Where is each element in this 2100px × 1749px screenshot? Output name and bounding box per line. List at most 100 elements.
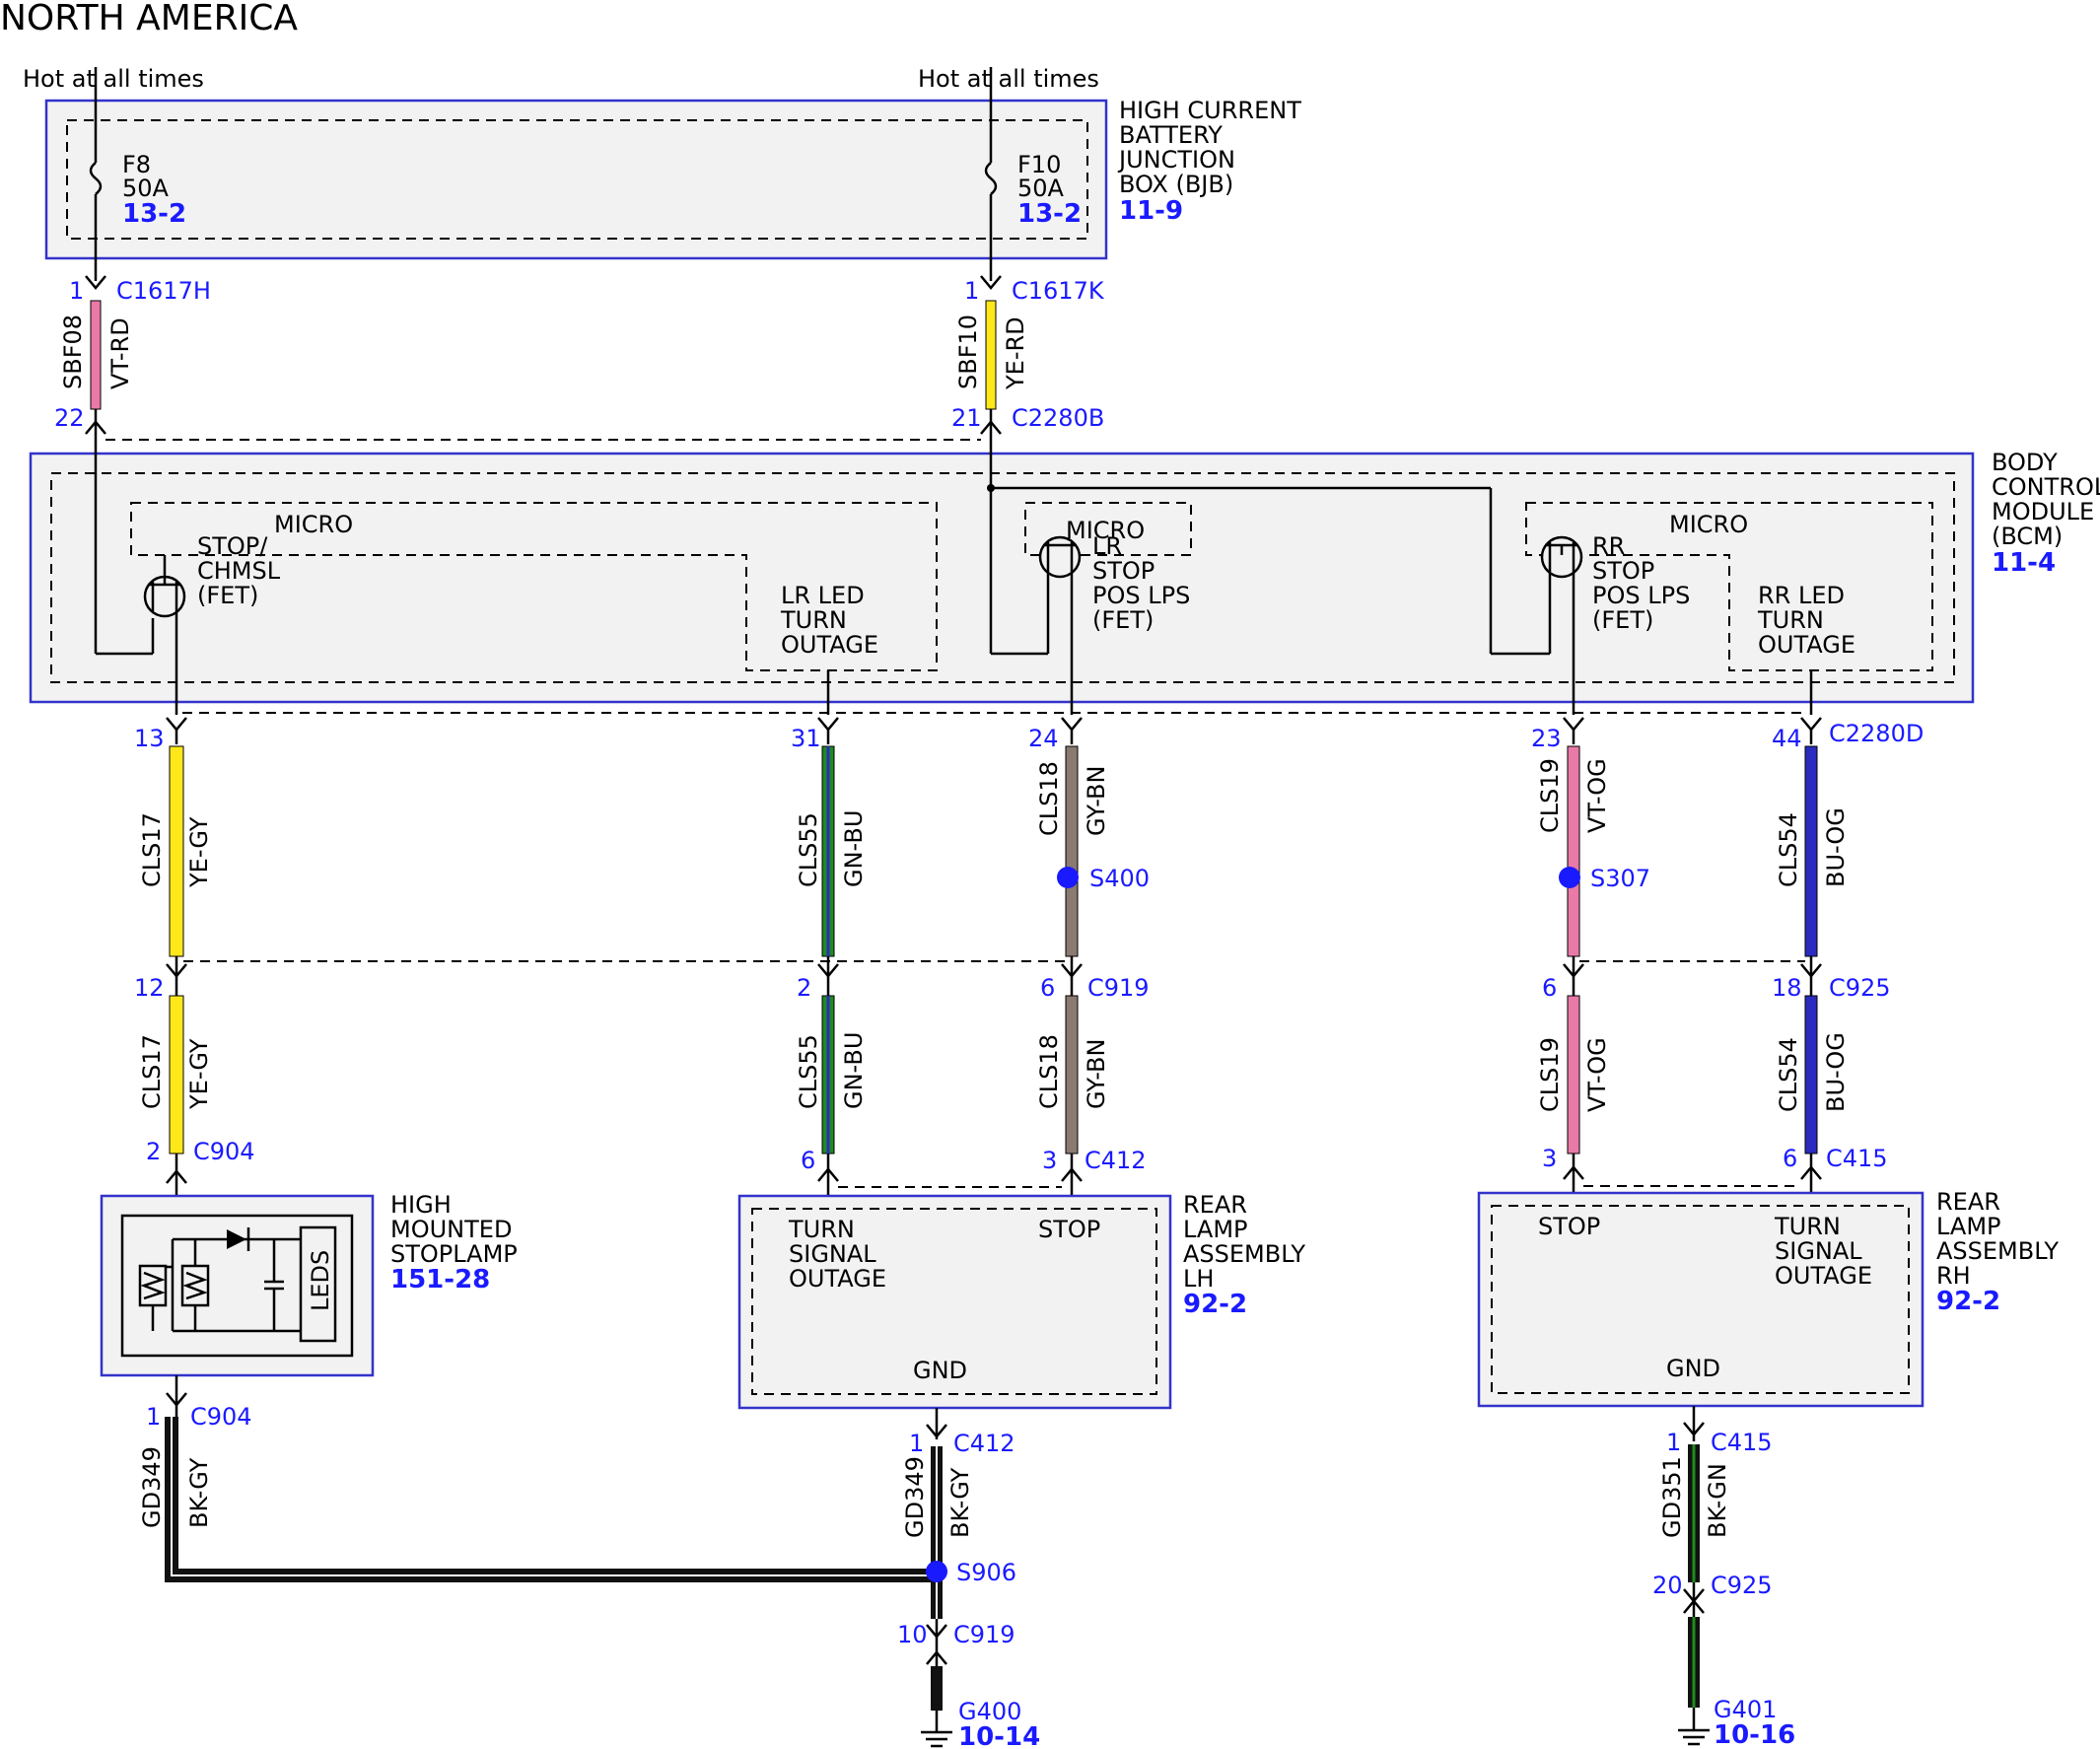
wire-cls18-lower-color: GY-BN	[1083, 1039, 1110, 1109]
pin-6-c925: 6	[1542, 974, 1557, 1002]
rear-rh-line-2: LAMP	[1936, 1213, 2001, 1240]
rear-lh-turn-l2: SIGNAL	[789, 1240, 876, 1268]
fet-lr-stop-l1: LR	[1092, 532, 1122, 560]
wire-cls17-upper-circuit: CLS17	[138, 812, 166, 887]
rear-rh-line-4: RH	[1936, 1262, 1971, 1290]
fet-rr-stop-l2: STOP	[1592, 557, 1654, 585]
wire-gd349-lh: GD349 BK-GY	[901, 1446, 974, 1619]
bcm-line-1: BODY	[1992, 449, 2058, 476]
rear-rh-line-1: REAR	[1936, 1188, 2000, 1216]
wire-cls54-lower-circuit: CLS54	[1775, 1037, 1802, 1112]
fet-lr-stop-l4: (FET)	[1092, 606, 1154, 634]
splice-s906-label: S906	[956, 1559, 1016, 1586]
pin-10: 10	[897, 1621, 928, 1648]
pin-44: 44	[1772, 725, 1802, 752]
pin-13: 13	[134, 725, 165, 752]
wire-cls54-upper: CLS54 BU-OG	[1775, 745, 1850, 957]
label-c412-bottom: C412	[953, 1430, 1015, 1457]
wire-cls19-lower-color: VT-OG	[1583, 1037, 1611, 1112]
hot-label-1: Hot at all times	[23, 65, 204, 93]
wire-sbf08-color: VT-RD	[106, 317, 134, 389]
splice-s307-label: S307	[1590, 865, 1650, 892]
wire-cls55-lower: CLS55 GN-BU	[795, 995, 868, 1154]
rear-rh-ref: 92-2	[1936, 1287, 2000, 1316]
lr-led-l3: OUTAGE	[781, 631, 878, 659]
wire-cls18-lower-circuit: CLS18	[1035, 1034, 1063, 1109]
diagram-canvas: NORTH AMERICA Hot at all times Hot at al…	[0, 0, 2100, 1749]
wire-cls18-lower: CLS18 GY-BN	[1035, 995, 1110, 1154]
label-c904-bottom: C904	[190, 1403, 252, 1431]
micro-label-left: MICRO	[274, 511, 353, 538]
hmsl-leds-label: LEDS	[307, 1250, 334, 1311]
rear-lh-line-2: LAMP	[1183, 1216, 1248, 1243]
connector-c2280d	[166, 717, 1822, 744]
pin-1-c1617k: 1	[964, 277, 979, 305]
pin-1-c904: 1	[146, 1403, 161, 1431]
wire-cls55-upper-color: GN-BU	[840, 810, 868, 887]
wire-cls54-lower-color: BU-OG	[1822, 1032, 1850, 1112]
pin-1-c415: 1	[1666, 1429, 1681, 1456]
pin-31: 31	[791, 725, 821, 752]
pin-6-c412: 6	[801, 1147, 815, 1174]
wire-cls19-upper: CLS19 VT-OG	[1536, 745, 1611, 957]
rr-led-l1: RR LED	[1758, 582, 1845, 609]
label-c2280d: C2280D	[1829, 720, 1924, 747]
wire-gd349-lh-circuit: GD349	[901, 1456, 929, 1538]
page-title: NORTH AMERICA	[0, 0, 298, 38]
wire-gd349-hmsl: GD349 BK-GY	[138, 1417, 937, 1582]
label-c925-bottom: C925	[1711, 1572, 1773, 1599]
rear-lh-label: REAR LAMP ASSEMBLY LH 92-2	[1183, 1191, 1305, 1319]
pin-20: 20	[1652, 1572, 1683, 1599]
fet-stop-chmsl-l3: (FET)	[197, 582, 258, 609]
pin-3-c412: 3	[1042, 1147, 1057, 1174]
rear-rh-label: REAR LAMP ASSEMBLY RH 92-2	[1936, 1188, 2059, 1316]
ground-g401-ref: 10-16	[1714, 1720, 1795, 1749]
hmsl-line-2: MOUNTED	[390, 1216, 512, 1243]
label-c1617h: C1617H	[116, 277, 211, 305]
hmsl-ref: 151-28	[390, 1265, 490, 1294]
splice-s307	[1559, 867, 1580, 888]
ground-g401-label: G401	[1714, 1696, 1777, 1723]
pin-18: 18	[1772, 974, 1802, 1002]
wire-cls55-lower-color: GN-BU	[840, 1032, 868, 1109]
bcm-label: BODY CONTROL MODULE (BCM) 11-4	[1992, 449, 2100, 578]
fet-rr-stop-l1: RR	[1592, 532, 1625, 560]
wiring-diagram: NORTH AMERICA Hot at all times Hot at al…	[0, 0, 2100, 1749]
fuse-f10-rating: 50A	[1017, 175, 1065, 202]
rear-rh-stop: STOP	[1538, 1213, 1600, 1240]
bjb-label: HIGH CURRENT BATTERY JUNCTION BOX (BJB) …	[1117, 97, 1301, 226]
bjb-line-1: HIGH CURRENT	[1119, 97, 1301, 124]
rear-rh-turn-l1: TURN	[1774, 1213, 1841, 1240]
wire-gd351-circuit: GD351	[1658, 1456, 1686, 1538]
pin-22: 22	[54, 404, 85, 432]
fet-lr-stop-l3: POS LPS	[1092, 582, 1190, 609]
rear-lh-line-1: REAR	[1183, 1191, 1247, 1219]
fet-rr-stop-l3: POS LPS	[1592, 582, 1690, 609]
wire-gd349-hmsl-circuit: GD349	[138, 1446, 166, 1528]
wire-sbf08-circuit: SBF08	[59, 315, 87, 389]
wire-cls19-upper-circuit: CLS19	[1536, 758, 1564, 833]
wire-cls19-upper-color: VT-OG	[1583, 758, 1611, 833]
label-c919: C919	[1087, 974, 1150, 1002]
label-c415-bottom: C415	[1711, 1429, 1773, 1456]
wire-gd351: GD351 BK-GN	[1658, 1444, 1731, 1582]
ground-g401: G401 10-16	[1678, 1617, 1795, 1749]
wire-sbf10-color: YE-RD	[1002, 316, 1029, 390]
connector-c904-top	[166, 1154, 187, 1198]
wire-cls55-upper: CLS55 GN-BU	[795, 745, 868, 957]
pin-23: 23	[1531, 725, 1562, 752]
ground-g400-ref: 10-14	[958, 1722, 1040, 1749]
wire-cls19-lower: CLS19 VT-OG	[1536, 995, 1611, 1154]
connector-c904-bottom	[166, 1375, 187, 1417]
bjb-box	[44, 99, 1108, 260]
wire-sbf08: SBF08 VT-RD	[59, 300, 134, 410]
wire-sbf10-circuit: SBF10	[954, 315, 982, 389]
rear-lh-stop: STOP	[1038, 1216, 1100, 1243]
hmsl-line-1: HIGH	[390, 1191, 452, 1219]
connector-c919-bottom	[926, 1619, 947, 1666]
wire-sbf10: SBF10 YE-RD	[954, 300, 1029, 410]
fet-stop-chmsl-l1: STOP/	[197, 532, 268, 560]
wire-cls17-upper-color: YE-GY	[185, 816, 213, 888]
wire-cls54-upper-circuit: CLS54	[1775, 812, 1802, 887]
bcm-line-3: MODULE	[1992, 498, 2094, 525]
